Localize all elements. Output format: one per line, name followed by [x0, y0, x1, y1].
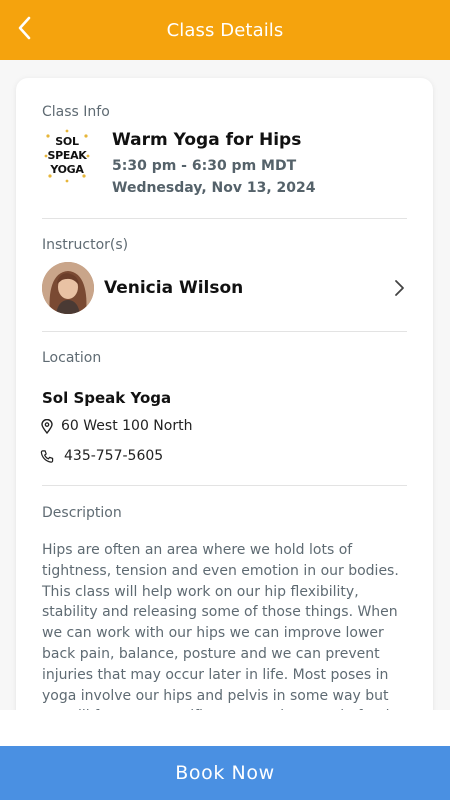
- class-date: Wednesday, Nov 13, 2024: [112, 180, 316, 196]
- instructor-avatar: [42, 262, 94, 314]
- address-line[interactable]: 60 West 100 North: [40, 418, 192, 434]
- instructor-row[interactable]: Venicia Wilson: [42, 261, 407, 315]
- divider: [42, 485, 407, 486]
- chevron-right-icon: [395, 280, 404, 296]
- chevron-left-icon: [18, 16, 31, 40]
- instructor-name: Venicia Wilson: [104, 278, 244, 298]
- class-name: Warm Yoga for Hips: [112, 130, 302, 150]
- back-button[interactable]: [12, 14, 36, 42]
- phone-line[interactable]: 435-757-5605: [40, 448, 163, 464]
- description-text: Hips are often an area where we hold lot…: [42, 542, 407, 710]
- book-now-button[interactable]: Book Now: [0, 746, 450, 800]
- divider: [42, 218, 407, 219]
- location-address: 60 West 100 North: [61, 418, 193, 434]
- instructors-label: Instructor(s): [42, 237, 129, 253]
- scroll-content[interactable]: Class Info SOL SPEAK YOGA Warm Yoga for …: [0, 60, 450, 710]
- location-label: Location: [42, 350, 102, 366]
- footer-spacer: [0, 710, 450, 746]
- logo-sun-icon: [44, 129, 90, 183]
- location-name: Sol Speak Yoga: [42, 389, 172, 407]
- location-phone: 435-757-5605: [64, 448, 164, 464]
- phone-icon: [40, 449, 54, 463]
- page-title: Class Details: [166, 19, 284, 41]
- studio-logo: SOL SPEAK YOGA: [42, 128, 92, 184]
- class-info-label: Class Info: [42, 104, 110, 120]
- divider: [42, 331, 407, 332]
- description-label: Description: [42, 505, 122, 521]
- map-pin-icon: [41, 418, 53, 434]
- class-time: 5:30 pm - 6:30 pm MDT: [112, 158, 297, 174]
- app-header: Class Details: [0, 0, 450, 60]
- class-details-card: Class Info SOL SPEAK YOGA Warm Yoga for …: [16, 78, 433, 710]
